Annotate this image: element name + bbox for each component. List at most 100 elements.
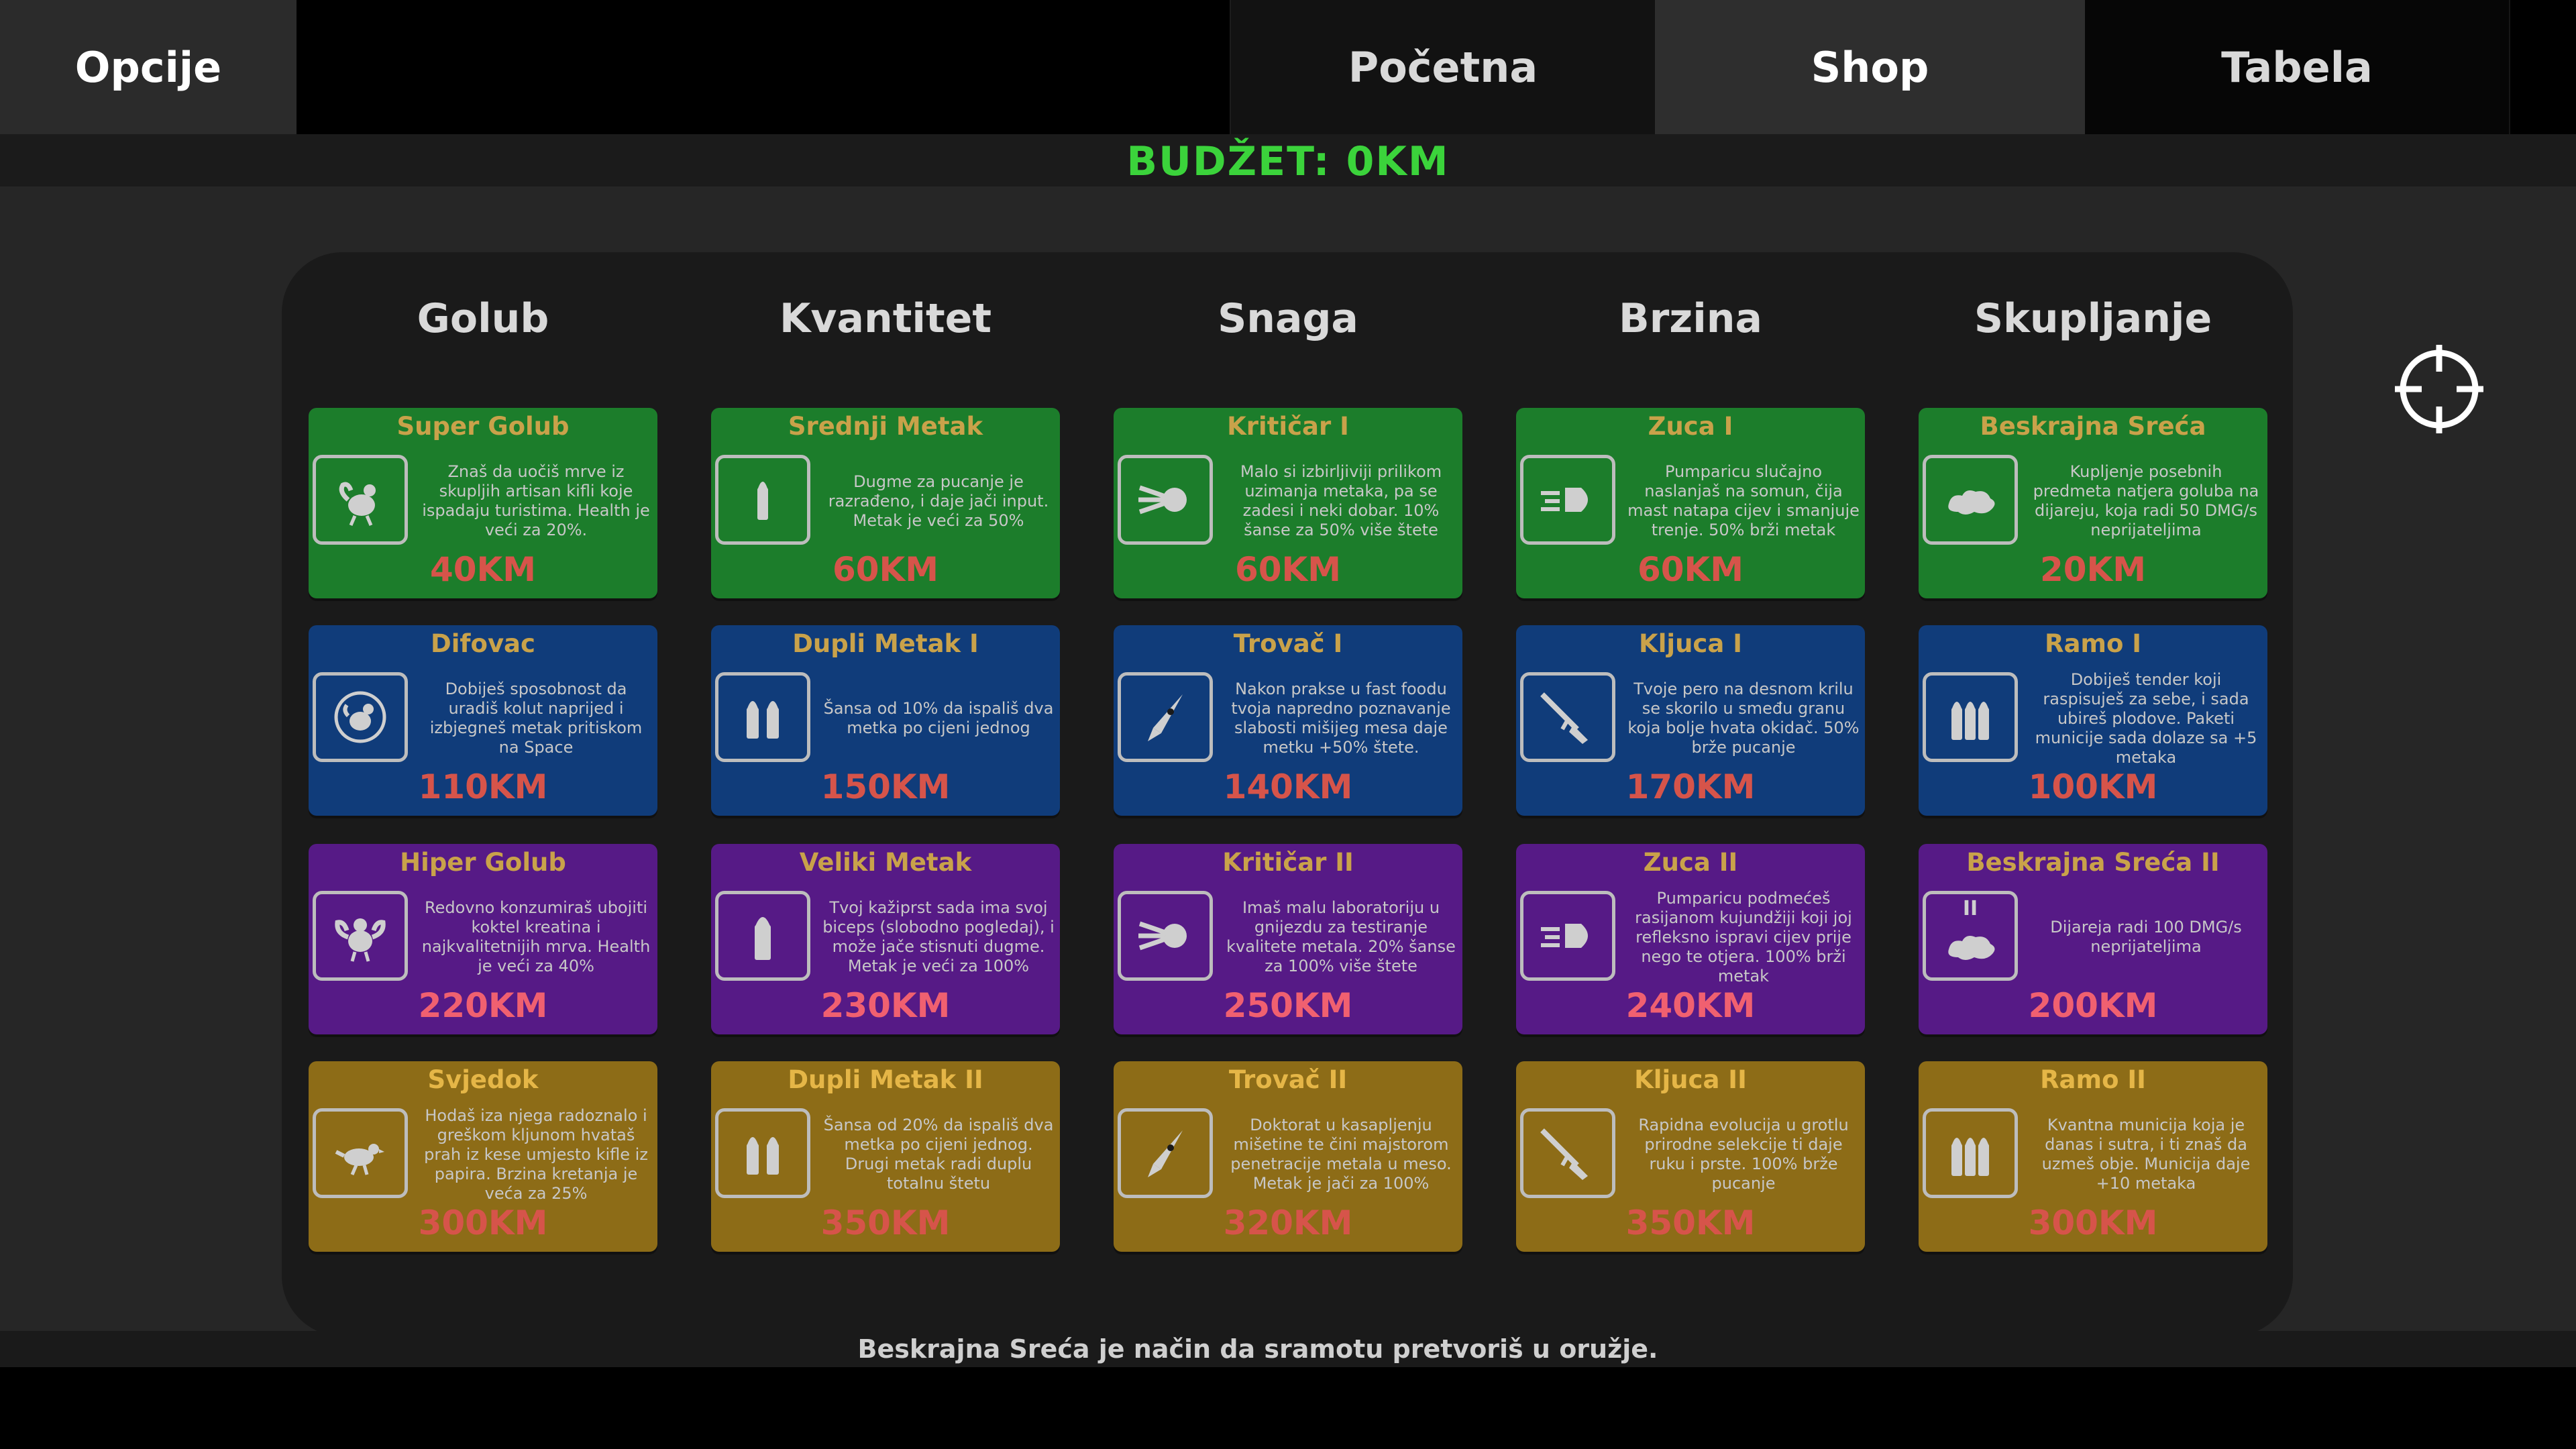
upgrade-icon-frame bbox=[1520, 672, 1615, 762]
upgrade-card[interactable]: Ramo II Kvantna municija koja je danas i … bbox=[1919, 1061, 2267, 1252]
upgrade-price: 60KM bbox=[832, 550, 939, 589]
upgrade-description: Znaš da uočiš mrve iz skupljih artisan k… bbox=[422, 462, 650, 539]
upgrade-description: Redovno konzumiraš ubojiti koktel kreati… bbox=[421, 898, 651, 975]
upgrade-description: Šansa od 10% da ispališ dva metka po cij… bbox=[823, 699, 1054, 737]
upgrade-card[interactable]: Zuca II Pumparicu podmećeš rasijanom kuju… bbox=[1516, 844, 1865, 1034]
fireball-icon bbox=[1138, 485, 1187, 515]
upgrade-description: Hodaš iza njega radoznalo i greškom klju… bbox=[424, 1106, 648, 1203]
upgrade-price: 20KM bbox=[2039, 550, 2147, 589]
tip-text: Beskrajna Sreća je način da sramotu pret… bbox=[857, 1334, 1658, 1364]
upgrade-title: Kritičar II bbox=[1222, 848, 1354, 877]
upgrade-title: Kljuca I bbox=[1639, 629, 1742, 658]
upgrade-price: 350KM bbox=[1625, 1203, 1756, 1242]
double-bullet-icon bbox=[747, 1137, 779, 1175]
ammo-pack-icon bbox=[1951, 1138, 1989, 1176]
upgrade-card[interactable]: Trovač II Doktorat u kasapljenju mišetine… bbox=[1114, 1061, 1462, 1252]
upgrade-icon-frame bbox=[715, 1108, 810, 1198]
upgrade-card[interactable]: Kritičar II Imaš malu laboratoriju u gnij… bbox=[1114, 844, 1462, 1034]
upgrade-price: 300KM bbox=[2028, 1203, 2158, 1242]
upgrade-card[interactable]: Kljuca II Rapidna evolucija u grotlu prir… bbox=[1516, 1061, 1865, 1252]
upgrade-card[interactable]: Dupli Metak II Šansa od 20% da ispališ dv… bbox=[711, 1061, 1060, 1252]
upgrade-title: Beskrajna Sreća bbox=[1980, 412, 2206, 441]
upgrade-title: Zuca I bbox=[1648, 412, 1733, 441]
upgrade-price: 240KM bbox=[1625, 986, 1756, 1025]
big-bullet-icon bbox=[755, 917, 771, 960]
upgrade-card[interactable]: Super Golub Znaš da uočiš mrve iz skuplji… bbox=[309, 408, 657, 598]
upgrade-description: Rapidna evolucija u grotlu prirodne sele… bbox=[1638, 1116, 1849, 1193]
leaderboard-tab[interactable]: Tabela bbox=[2085, 0, 2510, 134]
upgrade-icon-frame bbox=[715, 672, 810, 762]
options-button[interactable]: Opcije bbox=[0, 0, 297, 134]
home-tab[interactable]: Početna bbox=[1230, 0, 1655, 134]
upgrade-card[interactable]: Beskrajna Sreća II II Dijareja radi 100 DM… bbox=[1919, 844, 2267, 1034]
upgrade-description: Dijareja radi 100 DMG/s neprijateljima bbox=[2050, 918, 2242, 956]
upgrade-icon-frame bbox=[1118, 455, 1213, 545]
upgrade-description: Imaš malu laboratoriju u gnijezdu za tes… bbox=[1226, 898, 1456, 975]
upgrade-icon-frame bbox=[313, 672, 408, 762]
upgrade-description: Kvantna municija koja je danas i sutra, … bbox=[2041, 1116, 2251, 1193]
upgrade-icon-frame bbox=[1520, 1108, 1615, 1198]
upgrade-card[interactable]: Dupli Metak I Šansa od 10% da ispališ dva… bbox=[711, 625, 1060, 816]
upgrade-card[interactable]: Ramo I Dobiješ tender koji raspisuješ za … bbox=[1919, 625, 2267, 816]
upgrade-price: 200KM bbox=[2028, 986, 2158, 1025]
upgrade-description: Kupljenje posebnih predmeta natjera golu… bbox=[2033, 462, 2259, 539]
upgrade-card[interactable]: Svjedok Hodaš iza njega radoznalo i grešk… bbox=[309, 1061, 657, 1252]
upgrade-price: 230KM bbox=[820, 986, 951, 1025]
upgrade-price: 300KM bbox=[418, 1203, 548, 1242]
upgrade-price: 100KM bbox=[2028, 767, 2158, 806]
upgrade-icon-frame bbox=[313, 891, 408, 981]
upgrade-description: Nakon prakse u fast foodu tvoja napredno… bbox=[1231, 680, 1451, 757]
upgrade-card[interactable]: Hiper Golub Redovno konzumiraš ubojiti ko… bbox=[309, 844, 657, 1034]
buff-pigeon-icon bbox=[335, 918, 386, 962]
upgrade-title: Kritičar I bbox=[1227, 412, 1349, 441]
upgrade-title: Difovac bbox=[431, 629, 535, 658]
upgrade-description: Dobiješ sposobnost da uradiš kolut napri… bbox=[429, 680, 643, 757]
upgrade-title: Trovač I bbox=[1233, 629, 1343, 658]
upgrade-card[interactable]: Beskrajna Sreća Kupljenje posebnih predme… bbox=[1919, 408, 2267, 598]
upgrade-price: 60KM bbox=[1234, 550, 1342, 589]
upgrade-price: 110KM bbox=[418, 767, 548, 806]
upgrade-description: Pumparicu podmećeš rasijanom kujundžiji … bbox=[1635, 888, 1852, 985]
column-header: Brzina bbox=[1618, 295, 1762, 342]
walking-pigeon-icon bbox=[335, 1144, 384, 1175]
upgrade-card[interactable]: Difovac Dobiješ sposobnost da uradiš kolu… bbox=[309, 625, 657, 816]
splat-icon bbox=[1948, 490, 1995, 515]
upgrade-icon-frame bbox=[313, 1108, 408, 1198]
upgrade-card[interactable]: Veliki Metak Tvoj kažiprst sada ima svoj … bbox=[711, 844, 1060, 1034]
rocket-icon bbox=[1148, 694, 1183, 741]
upgrade-card[interactable]: Zuca I Pumparicu slučajno naslanjaš na so… bbox=[1516, 408, 1865, 598]
crosshair-icon bbox=[2395, 345, 2483, 433]
upgrade-price: 320KM bbox=[1223, 1203, 1353, 1242]
upgrade-title: Veliki Metak bbox=[799, 848, 972, 877]
dodging-pigeon-icon bbox=[334, 691, 386, 743]
upgrade-description: Dugme za pucanje je razrađeno, i daje ja… bbox=[828, 472, 1049, 530]
upgrade-icon-frame bbox=[1118, 672, 1213, 762]
upgrade-title: Dupli Metak I bbox=[792, 629, 979, 658]
upgrade-description: Doktorat u kasapljenju mišetine te čini … bbox=[1230, 1116, 1452, 1193]
tier-badge: II bbox=[1962, 897, 1978, 920]
upgrade-price: 60KM bbox=[1637, 550, 1744, 589]
upgrade-icon-frame bbox=[1923, 672, 2018, 762]
upgrade-description: Tvoje pero na desnom krilu se skorilo u … bbox=[1627, 680, 1860, 757]
upgrade-title: Hiper Golub bbox=[400, 848, 566, 877]
speeding-bullet-icon bbox=[1541, 488, 1588, 512]
bullet-icon bbox=[757, 482, 768, 520]
upgrade-description: Pumparicu slučajno naslanjaš na somun, č… bbox=[1627, 462, 1860, 539]
upgrade-price: 350KM bbox=[820, 1203, 951, 1242]
upgrade-price: 220KM bbox=[418, 986, 548, 1025]
upgrade-title: Kljuca II bbox=[1634, 1065, 1747, 1094]
upgrade-card[interactable]: Srednji Metak Dugme za pucanje je razrađe… bbox=[711, 408, 1060, 598]
upgrade-title: Ramo II bbox=[2040, 1065, 2146, 1094]
column-header: Kvantitet bbox=[779, 295, 992, 342]
upgrade-price: 150KM bbox=[820, 767, 951, 806]
upgrade-icon-frame bbox=[313, 455, 408, 545]
upgrade-card[interactable]: Kritičar I Malo si izbirljiviji prilikom … bbox=[1114, 408, 1462, 598]
fireball-icon bbox=[1138, 921, 1187, 951]
upgrade-title: Trovač II bbox=[1228, 1065, 1348, 1094]
upgrade-card[interactable]: Kljuca I Tvoje pero na desnom krilu se sk… bbox=[1516, 625, 1865, 816]
upgrade-title: Zuca II bbox=[1643, 848, 1738, 877]
shop-tab[interactable]: Shop bbox=[1655, 0, 2085, 134]
column-header: Skupljanje bbox=[1974, 295, 2212, 342]
double-bullet-icon bbox=[747, 701, 779, 739]
upgrade-card[interactable]: Trovač I Nakon prakse u fast foodu tvoja … bbox=[1114, 625, 1462, 816]
